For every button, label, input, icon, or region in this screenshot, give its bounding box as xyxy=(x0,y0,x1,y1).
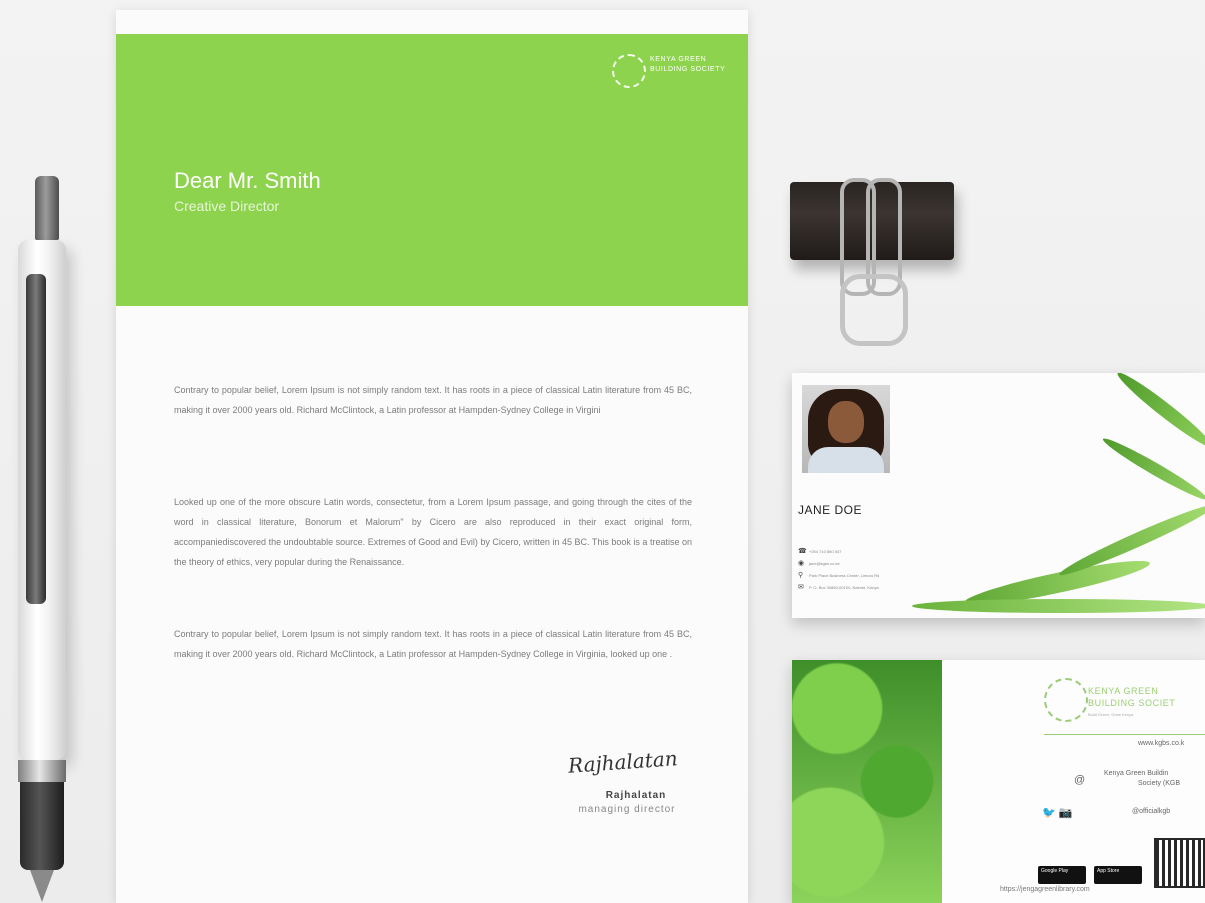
pen-grip xyxy=(20,782,64,870)
pen-ring xyxy=(18,760,66,782)
app-store-label: App Store xyxy=(1097,868,1120,874)
qr-code xyxy=(1154,838,1205,888)
email-icon: ◉ xyxy=(798,560,805,567)
phone-text: +254 710 860 547 xyxy=(809,549,842,554)
organization-fullname-2: Society (KGB xyxy=(1138,780,1181,787)
organization-name-1: KENYA GREEN xyxy=(1088,686,1159,696)
binder-clip xyxy=(790,178,954,348)
google-play-label: Google Play xyxy=(1041,868,1069,874)
organization-name-2: BUILDING SOCIET xyxy=(1088,698,1176,708)
at-icon: @ xyxy=(1074,774,1086,786)
social-icons: 🐦 📷 xyxy=(1042,807,1073,819)
letter-header-band: KENYA GREEN BUILDING SOCIETY Dear Mr. Sm… xyxy=(116,34,748,306)
palm-leaf xyxy=(912,599,1205,613)
signature-title: managing director xyxy=(578,804,676,815)
organization-tagline: Build Green. Grow Kenya xyxy=(1088,712,1134,717)
pen-cap xyxy=(35,176,59,240)
card-name: JANE DOE xyxy=(798,503,863,517)
contact-phone: ☎ +254 710 860 547 xyxy=(798,547,841,555)
contact-email: ◉ jane@kgbs.co.ke xyxy=(798,559,840,567)
organization-fullname-1: Kenya Green Buildin xyxy=(1104,770,1169,777)
signature-name: Rajhalatan xyxy=(605,790,667,801)
app-store-badge: App Store xyxy=(1094,866,1142,884)
postal-text: P. O. Box 30860-00100, Nairobi, Kenya xyxy=(809,585,879,590)
letter-paragraph-2: Looked up one of the more obscure Latin … xyxy=(174,497,692,567)
google-play-badge: Google Play xyxy=(1038,866,1086,884)
avatar-face xyxy=(828,401,864,443)
pen-clip xyxy=(26,274,46,604)
greeting: Dear Mr. Smith xyxy=(174,168,321,193)
avatar-shirt xyxy=(808,447,884,473)
organization-logo-icon xyxy=(1044,678,1088,722)
social-handle: @officialkgb xyxy=(1132,808,1171,815)
recipient-role: Creative Director xyxy=(174,198,280,214)
library-url: https://jengagreenlibrary.com xyxy=(1000,886,1090,893)
palm-leaf xyxy=(1100,433,1205,505)
business-card-back: KENYA GREEN BUILDING SOCIET Build Green.… xyxy=(792,660,1205,903)
letter-paragraph-3: Contrary to popular belief, Lorem Ipsum … xyxy=(174,629,692,659)
mail-icon: ✉ xyxy=(798,584,804,591)
contact-postal: ✉ P. O. Box 30860-00100, Nairobi, Kenya xyxy=(798,583,879,591)
phone-icon: ☎ xyxy=(798,548,807,555)
foliage-image xyxy=(792,660,942,903)
pen-tip xyxy=(30,870,54,902)
business-card-front: JANE DOE ☎ +254 710 860 547 ◉ jane@kgbs.co… xyxy=(792,373,1205,618)
palm-leaf xyxy=(1113,373,1205,453)
binder-loop xyxy=(840,274,908,346)
pen xyxy=(10,176,72,902)
avatar xyxy=(802,385,890,473)
logo-line-2: BUILDING SOCIETY xyxy=(650,66,726,73)
logo-ring-icon xyxy=(612,54,646,88)
website-text: www.kgbs.co.k xyxy=(1138,740,1185,747)
logo-line-1: KENYA GREEN xyxy=(650,56,707,63)
location-pin-icon: ⚲ xyxy=(798,572,804,579)
scene-background: KENYA GREEN BUILDING SOCIETY Dear Mr. Sm… xyxy=(0,0,1205,903)
letterhead-sheet: KENYA GREEN BUILDING SOCIETY Dear Mr. Sm… xyxy=(116,10,748,903)
contact-address: ⚲ Park Place Business Center, Limuru Rd xyxy=(798,571,879,579)
letter-paragraph-1: Contrary to popular belief, Lorem Ipsum … xyxy=(174,385,692,415)
email-text: jane@kgbs.co.ke xyxy=(809,561,840,566)
signature-script: Rajhalatan xyxy=(567,746,679,778)
letter-logo: KENYA GREEN BUILDING SOCIETY xyxy=(612,52,732,88)
divider xyxy=(1044,734,1205,735)
address-text: Park Place Business Center, Limuru Rd xyxy=(809,573,880,578)
